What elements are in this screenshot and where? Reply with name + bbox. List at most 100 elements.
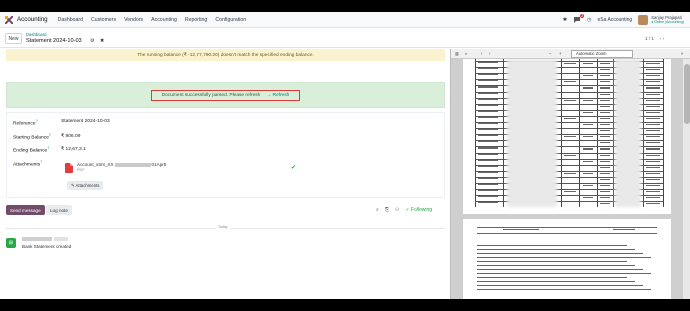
pdf-toolbar: ▥ ⌕ ‹ › − + Automatic Zoom » — [451, 49, 690, 59]
top-navbar: Accounting Dashboard Customers Vendors A… — [0, 12, 690, 28]
form-pane: The running balance (₹ -12,77,790.20) do… — [0, 49, 450, 299]
table-cell — [646, 69, 660, 71]
more-tools-icon[interactable]: » — [681, 51, 683, 56]
table-cell — [600, 185, 610, 187]
table-cell — [478, 62, 498, 64]
table-cell — [646, 148, 660, 150]
table-cell — [646, 87, 660, 89]
table-cell — [478, 98, 498, 100]
send-message-button[interactable]: Send message — [6, 205, 45, 215]
table-cell — [478, 135, 498, 137]
zoom-in-icon[interactable]: + — [559, 51, 561, 56]
user-menu[interactable]: Sanjay Prajapati ● Online (Accounting) — [638, 14, 684, 25]
zoom-out-icon[interactable]: − — [549, 51, 551, 56]
table-cell — [600, 111, 610, 113]
table-cell — [583, 63, 593, 65]
starting-balance-field[interactable]: ₹ 906.09 — [61, 133, 80, 139]
table-cell — [583, 87, 593, 89]
chatter-toolbar: Send message Log note ⌕ ⎘ ⚇ ✓ Following — [6, 205, 445, 217]
table-cell — [600, 69, 610, 71]
warning-banner: The running balance (₹ -12,77,790.20) do… — [6, 49, 445, 61]
table-cell — [600, 105, 610, 107]
text-line — [477, 249, 635, 250]
table-cell — [564, 154, 576, 156]
table-cell — [646, 105, 660, 107]
search-icon[interactable]: ⌕ — [376, 207, 379, 213]
company-switcher[interactable]: eSa Accounting — [597, 17, 632, 23]
zoom-select[interactable]: Automatic Zoom — [571, 50, 633, 58]
table-cell — [583, 75, 593, 77]
attachment-item[interactable]: Account_stmt_XX 01Apr5 PDF ✔ — [65, 162, 300, 178]
reference-field[interactable]: Statement 2024-10-03 — [61, 119, 110, 124]
attachment-name[interactable]: Account_stmt_XX 01Apr5 — [77, 162, 166, 167]
table-cell — [600, 117, 610, 120]
ending-balance-field[interactable]: ₹ 12,67,2.1 — [61, 146, 86, 152]
text-line — [613, 229, 635, 231]
breadcrumb-parent[interactable]: Dashboard — [26, 32, 47, 37]
followers-icon[interactable]: ⚇ — [395, 207, 399, 213]
chat-icon[interactable]: 2 — [573, 13, 585, 24]
clock-icon[interactable]: ◷ — [587, 17, 591, 23]
table-cell — [600, 81, 610, 83]
table-cell — [600, 87, 610, 89]
pager-arrows[interactable]: ‹ › — [660, 36, 664, 41]
pdf-scroll-thumb[interactable] — [684, 64, 690, 124]
bug-icon[interactable]: ✱ — [563, 17, 567, 23]
menu-accounting[interactable]: Accounting — [151, 17, 177, 23]
table-cell — [583, 148, 593, 150]
find-icon[interactable]: ⌕ — [465, 51, 467, 56]
prev-page-icon[interactable]: ‹ — [481, 51, 482, 56]
menu-reporting[interactable]: Reporting — [185, 17, 208, 23]
table-cell — [600, 142, 610, 144]
pdf-viewer: ▥ ⌕ ‹ › − + Automatic Zoom » — [450, 49, 690, 299]
table-cell — [583, 172, 593, 174]
table-cell — [646, 93, 660, 95]
log-note-button[interactable]: Log note — [46, 205, 72, 215]
table-cell — [478, 92, 498, 94]
table-cell — [583, 160, 593, 162]
following-button[interactable]: ✓ Following — [405, 207, 432, 213]
table-cell — [646, 197, 660, 199]
chat-badge: 2 — [580, 13, 585, 18]
message-avatar: ⊞ — [6, 238, 16, 248]
pdf-page-2 — [463, 219, 671, 299]
new-button[interactable]: New — [5, 33, 22, 44]
text-line — [477, 277, 627, 278]
menu-vendors[interactable]: Vendors — [124, 17, 143, 23]
gear-icon[interactable]: ⚙ — [90, 38, 95, 44]
table-cell — [478, 147, 498, 149]
text-line — [477, 285, 643, 286]
paperclip-icon[interactable]: ⎘ — [385, 207, 389, 213]
odoo-window: Accounting Dashboard Customers Vendors A… — [0, 12, 690, 299]
pdf-scrollbar[interactable] — [683, 59, 690, 299]
app-name[interactable]: Accounting — [17, 16, 48, 23]
table-cell — [564, 136, 576, 138]
table-cell — [478, 141, 498, 143]
next-page-icon[interactable]: › — [489, 51, 490, 56]
table-cell — [646, 124, 660, 126]
message-author-redacted — [22, 237, 52, 241]
table-cell — [478, 153, 498, 155]
attachments-row: Attachments? — [13, 160, 53, 168]
attachments-button[interactable]: ✎ Attachments — [67, 181, 104, 190]
user-status: ● Online (Accounting) — [651, 19, 684, 24]
control-panel: New Dashboard Statement 2024-10-03 ⚙ ✖ 1… — [0, 28, 690, 48]
refresh-link[interactable]: → Refresh — [266, 93, 289, 98]
menu-configuration[interactable]: Configuration — [215, 17, 246, 23]
sidebar-toggle-icon[interactable]: ▥ — [455, 51, 459, 56]
pager[interactable]: 1 / 1 — [645, 36, 654, 41]
ending-balance-row: Ending Balance? ₹ 12,67,2.1 — [13, 146, 86, 154]
discard-icon[interactable]: ✖ — [100, 38, 104, 44]
table-cell — [478, 74, 498, 76]
app-menu-icon[interactable] — [5, 15, 13, 24]
table-cell — [478, 159, 498, 161]
table-cell — [564, 191, 576, 193]
table-cell — [646, 160, 660, 162]
table-cell — [478, 116, 498, 119]
table-rule — [579, 59, 580, 207]
table-cell — [646, 191, 660, 193]
menu-dashboard[interactable]: Dashboard — [58, 17, 83, 23]
menu-customers[interactable]: Customers — [91, 17, 116, 23]
table-cell — [564, 117, 576, 120]
table-cell — [646, 63, 660, 65]
